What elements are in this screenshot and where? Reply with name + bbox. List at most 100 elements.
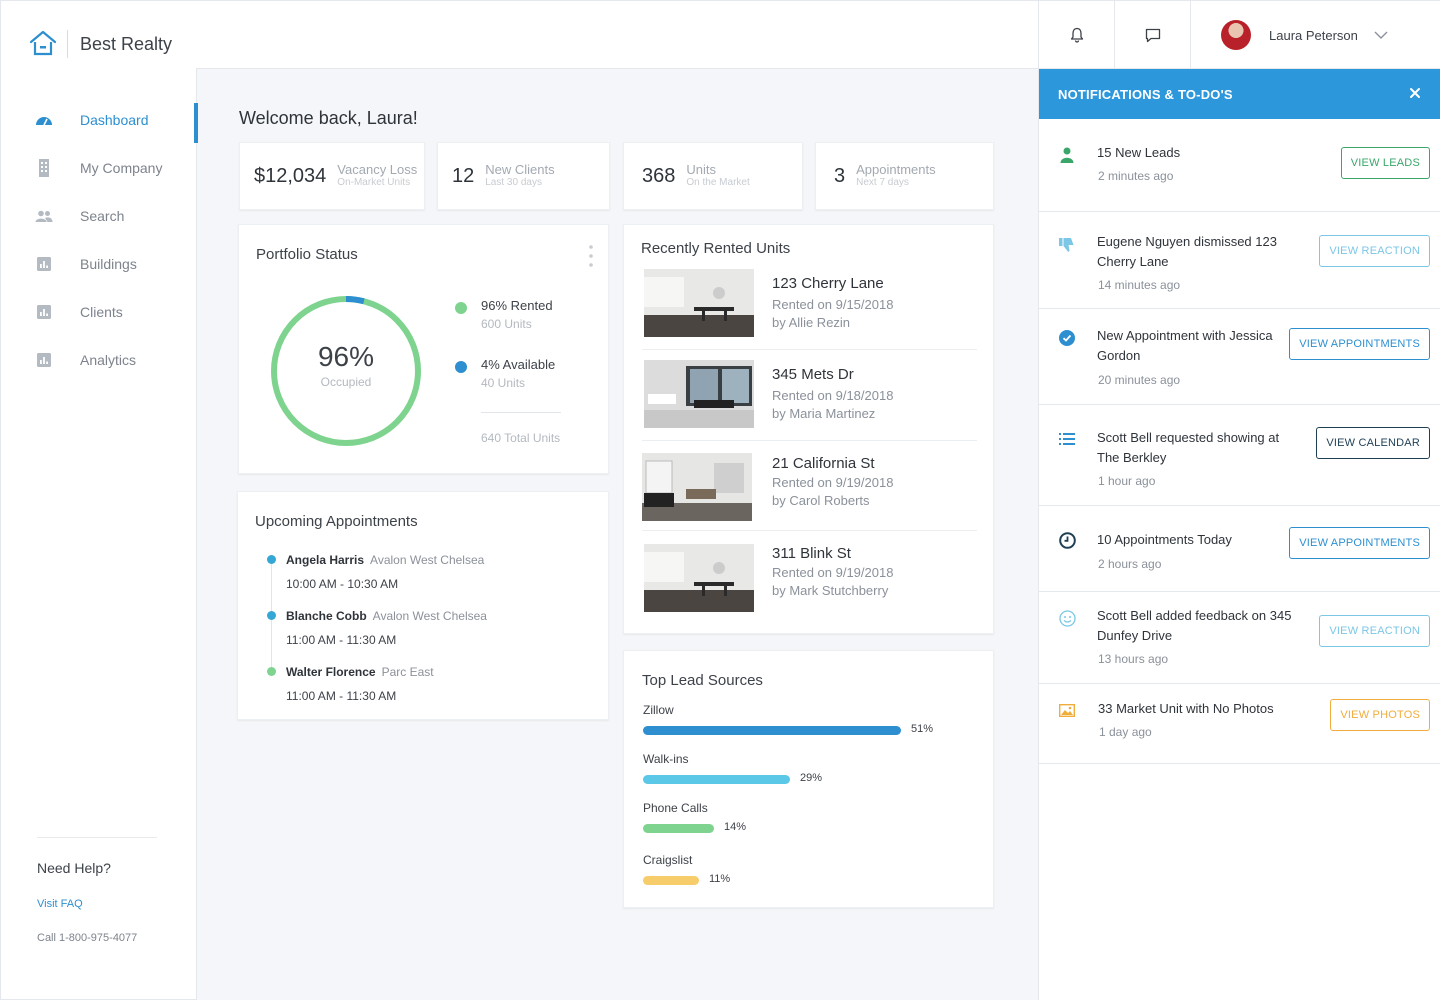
help-title: Need Help? bbox=[37, 860, 111, 876]
welcome-heading: Welcome back, Laura! bbox=[239, 108, 418, 128]
view-reaction-button[interactable]: VIEW REACTION bbox=[1319, 615, 1430, 647]
bar-chart-icon bbox=[35, 351, 53, 369]
view-photos-button[interactable]: VIEW PHOTOS bbox=[1330, 699, 1430, 731]
messages-button[interactable] bbox=[1114, 1, 1190, 69]
unit-rented-date: Rented on 9/15/2018 bbox=[772, 297, 894, 312]
notifications-button[interactable] bbox=[1038, 1, 1114, 69]
chat-icon bbox=[1145, 28, 1160, 42]
appointment-time: 10:00 AM - 10:30 AM bbox=[286, 577, 399, 591]
sidebar-item-analytics[interactable]: Analytics bbox=[1, 336, 197, 384]
unit-agent: by Allie Rezin bbox=[772, 315, 851, 330]
sidebar-item-clients[interactable]: Clients bbox=[1, 288, 197, 336]
sidebar-item-search[interactable]: Search bbox=[1, 192, 197, 240]
card-title: Upcoming Appointments bbox=[255, 513, 418, 530]
legend-available: 4% Available 40 Units bbox=[455, 356, 555, 392]
notification-item: Scott Bell requested showing at The Berk… bbox=[1039, 405, 1440, 506]
faq-link[interactable]: Visit FAQ bbox=[37, 898, 157, 910]
stat-vacancy-loss[interactable]: $12,034 Vacancy Loss On-Market Units bbox=[239, 142, 425, 210]
check-circle-icon bbox=[1058, 329, 1076, 347]
stat-label: Vacancy Loss bbox=[337, 162, 418, 177]
user-menu[interactable]: Laura Peterson bbox=[1190, 1, 1440, 69]
view-calendar-button[interactable]: VIEW CALENDAR bbox=[1316, 427, 1430, 459]
portfolio-status-card: Portfolio Status 96% Occupied 96% Rented… bbox=[238, 224, 609, 474]
rented-unit-item[interactable]: 345 Mets Dr Rented on 9/18/2018 by Maria… bbox=[642, 358, 977, 448]
stat-value: $12,034 bbox=[254, 164, 327, 187]
upcoming-appointments-card: Upcoming Appointments Angela Harris Avalo… bbox=[237, 491, 609, 720]
stat-value: 3 bbox=[834, 164, 846, 187]
unit-address: 345 Mets Dr bbox=[772, 366, 854, 383]
divider bbox=[642, 440, 977, 441]
stat-sub: Next 7 days bbox=[856, 177, 909, 188]
unit-photo bbox=[644, 544, 754, 612]
sidebar-item-label: Buildings bbox=[80, 256, 137, 272]
lead-source-label: Craigslist bbox=[643, 853, 693, 867]
notification-time: 1 day ago bbox=[1099, 725, 1152, 739]
lead-source-pct: 51% bbox=[911, 723, 934, 735]
view-reaction-button[interactable]: VIEW REACTION bbox=[1319, 235, 1430, 267]
stat-sub: Last 30 days bbox=[485, 177, 542, 188]
stat-sub: On the Market bbox=[686, 177, 750, 188]
rented-unit-item[interactable]: 311 Blink St Rented on 9/19/2018 by Mark… bbox=[642, 540, 977, 630]
lead-source-bar bbox=[643, 876, 699, 885]
sidebar-item-label: Clients bbox=[80, 304, 123, 320]
notification-time: 2 hours ago bbox=[1098, 557, 1162, 571]
legend-rented: 96% Rented 600 Units bbox=[455, 297, 553, 333]
rented-unit-item[interactable]: 21 California St Rented on 9/19/2018 by … bbox=[642, 449, 977, 539]
sidebar-item-my-company[interactable]: My Company bbox=[1, 144, 197, 192]
lead-source-pct: 11% bbox=[709, 873, 731, 885]
notification-text: 33 Market Unit with No Photos bbox=[1098, 701, 1274, 716]
appointment-item[interactable]: Walter Florence Parc East 11:00 AM - 11:3… bbox=[286, 663, 434, 703]
appointment-item[interactable]: Angela Harris Avalon West Chelsea 10:00 A… bbox=[286, 551, 484, 591]
help-phone: Call 1-800-975-4077 bbox=[37, 932, 138, 944]
stat-label: New Clients bbox=[485, 162, 555, 177]
appointment-item[interactable]: Blanche Cobb Avalon West Chelsea 11:00 AM… bbox=[286, 607, 487, 647]
unit-rented-date: Rented on 9/19/2018 bbox=[772, 475, 894, 490]
appointment-name: Walter Florence bbox=[286, 665, 376, 679]
legend-label: 4% Available bbox=[481, 357, 556, 372]
building-icon bbox=[35, 159, 53, 177]
stat-units[interactable]: 368 Units On the Market bbox=[623, 142, 803, 210]
stat-sub: On-Market Units bbox=[337, 177, 411, 188]
unit-address: 311 Blink St bbox=[772, 545, 851, 562]
people-icon bbox=[35, 207, 53, 225]
notification-item: New Appointment with Jessica Gordon 20 m… bbox=[1039, 309, 1440, 405]
card-title: Portfolio Status bbox=[256, 246, 358, 263]
notification-text: Scott Bell requested showing at The Berk… bbox=[1097, 430, 1280, 465]
top-lead-sources-card: Top Lead Sources Zillow 51% Walk-ins 29%… bbox=[623, 650, 994, 908]
view-appointments-button[interactable]: VIEW APPOINTMENTS bbox=[1289, 527, 1430, 559]
appointment-location: Avalon West Chelsea bbox=[372, 609, 487, 623]
notification-item: 15 New Leads 2 minutes ago VIEW LEADS bbox=[1039, 119, 1440, 212]
brand-separator bbox=[67, 30, 68, 58]
appointment-location: Parc East bbox=[381, 665, 434, 679]
stat-new-clients[interactable]: 12 New Clients Last 30 days bbox=[437, 142, 610, 210]
stat-appointments[interactable]: 3 Appointments Next 7 days bbox=[815, 142, 994, 210]
stat-label: Appointments bbox=[856, 162, 936, 177]
stat-label: Units bbox=[686, 162, 716, 177]
view-leads-button[interactable]: VIEW LEADS bbox=[1340, 147, 1430, 179]
rented-unit-item[interactable]: 123 Cherry Lane Rented on 9/15/2018 by A… bbox=[642, 267, 977, 357]
view-appointments-button[interactable]: VIEW APPOINTMENTS bbox=[1289, 328, 1430, 360]
notification-time: 20 minutes ago bbox=[1098, 373, 1181, 387]
notification-item: Scott Bell added feedback on 345 Dunfey … bbox=[1039, 592, 1440, 684]
sidebar-item-dashboard[interactable]: Dashboard bbox=[1, 96, 198, 144]
legend-sub: 600 Units bbox=[481, 317, 532, 331]
donut-center-value: 96% bbox=[317, 341, 375, 372]
more-vertical-icon[interactable] bbox=[589, 245, 593, 267]
notification-item: 10 Appointments Today 2 hours ago VIEW A… bbox=[1039, 506, 1440, 592]
sidebar-item-buildings[interactable]: Buildings bbox=[1, 240, 197, 288]
gauge-icon bbox=[35, 111, 53, 129]
appointment-time: 11:00 AM - 11:30 AM bbox=[286, 689, 397, 703]
bar-chart-icon bbox=[35, 303, 53, 321]
brand[interactable]: Best Realty bbox=[29, 27, 172, 61]
appointment-name: Angela Harris bbox=[286, 553, 365, 567]
stat-value: 12 bbox=[452, 164, 475, 187]
lead-source-bar bbox=[643, 824, 714, 833]
notifications-header: NOTIFICATIONS & TO-DO'S bbox=[1039, 69, 1440, 119]
card-title: Top Lead Sources bbox=[642, 672, 763, 689]
unit-rented-date: Rented on 9/19/2018 bbox=[772, 565, 894, 580]
image-icon bbox=[1058, 701, 1076, 719]
close-icon[interactable] bbox=[1408, 86, 1422, 100]
timeline-dot bbox=[267, 555, 276, 564]
unit-photo bbox=[644, 269, 754, 337]
lead-source-bar bbox=[643, 775, 790, 784]
